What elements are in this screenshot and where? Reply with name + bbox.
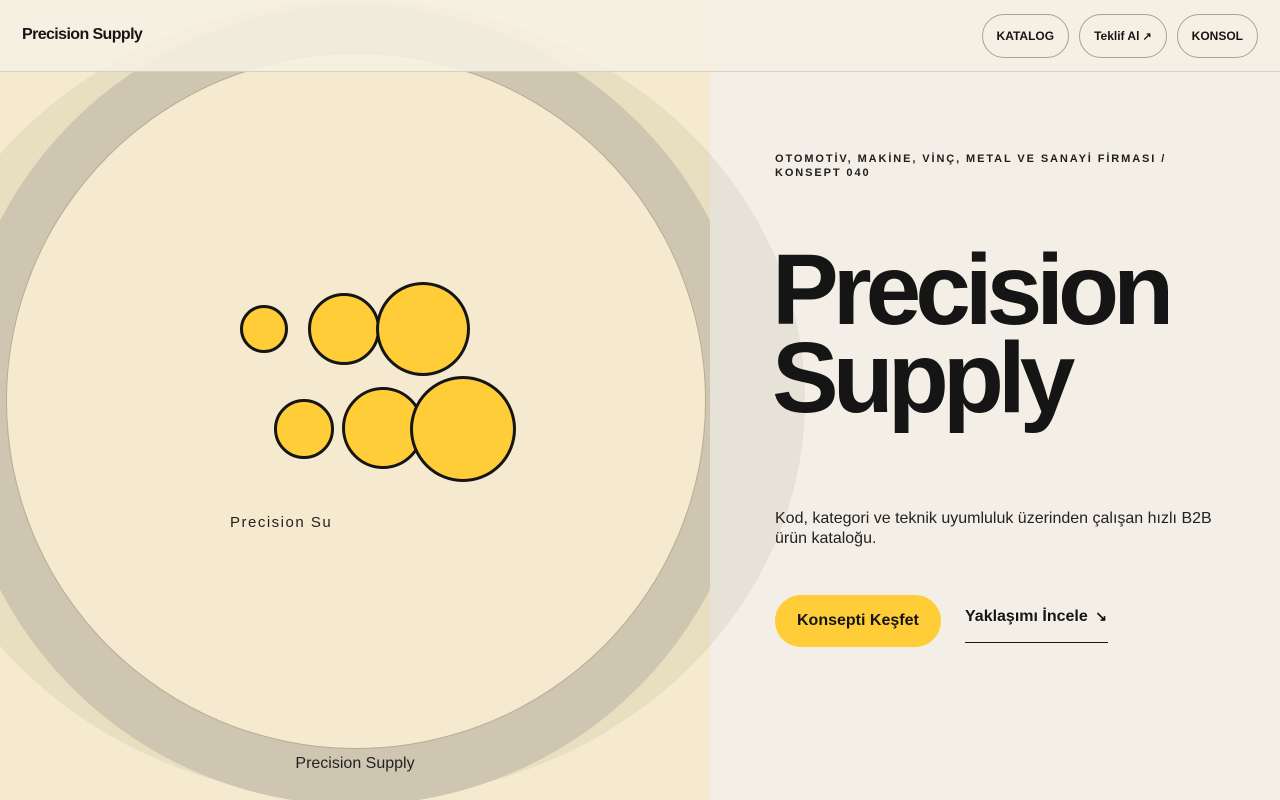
review-approach-label: Yaklaşımı İncele — [965, 608, 1088, 625]
yellow-dot — [308, 293, 380, 365]
review-approach-link[interactable]: Yaklaşımı İncele ↘ — [965, 608, 1108, 643]
yellow-dot — [410, 376, 516, 482]
nav-konsol-button[interactable]: KONSOL — [1176, 14, 1258, 58]
nav-katalog-label: KATALOG — [996, 29, 1055, 43]
brand-logo[interactable]: Precision Supply — [22, 26, 143, 44]
yellow-dot — [240, 305, 288, 353]
hero-eyebrow: OTOMOTİV, MAKİNE, VİNÇ, METAL VE SANAYİ … — [775, 153, 1167, 179]
hero-title: Precision Supply — [772, 234, 1174, 434]
explore-concept-button[interactable]: Konsepti Keşfet — [775, 595, 941, 647]
yellow-dot — [376, 282, 470, 376]
arrow-down-right-icon: ↘ — [1095, 608, 1107, 624]
explore-concept-label: Konsepti Keşfet — [797, 612, 919, 629]
nav-teklif-al-button[interactable]: Teklif Al ↗ — [1079, 14, 1167, 58]
nav-teklif-al-label: Teklif Al — [1094, 29, 1140, 43]
hero-title-line-1: Precision — [772, 234, 1174, 346]
hero-description: Kod, kategori ve teknik uyumluluk üzerin… — [775, 510, 1212, 547]
visual-caption: Precision Supply — [295, 755, 415, 772]
ring-shadow — [710, 72, 805, 800]
hero-title-line-2: Supply — [772, 322, 1075, 434]
yellow-dot — [274, 399, 334, 459]
site-header: Precision Supply KATALOG Teklif Al ↗ KON… — [0, 0, 1280, 72]
hero-visual-panel: Precision Su Precision Supply — [0, 0, 710, 800]
nav-konsol-label: KONSOL — [1191, 29, 1243, 43]
disc-caption: Precision Su — [230, 514, 333, 531]
nav-katalog-button[interactable]: KATALOG — [981, 14, 1070, 58]
arrow-up-right-icon: ↗ — [1142, 30, 1152, 43]
main-nav: KATALOG Teklif Al ↗ KONSOL — [981, 14, 1258, 58]
